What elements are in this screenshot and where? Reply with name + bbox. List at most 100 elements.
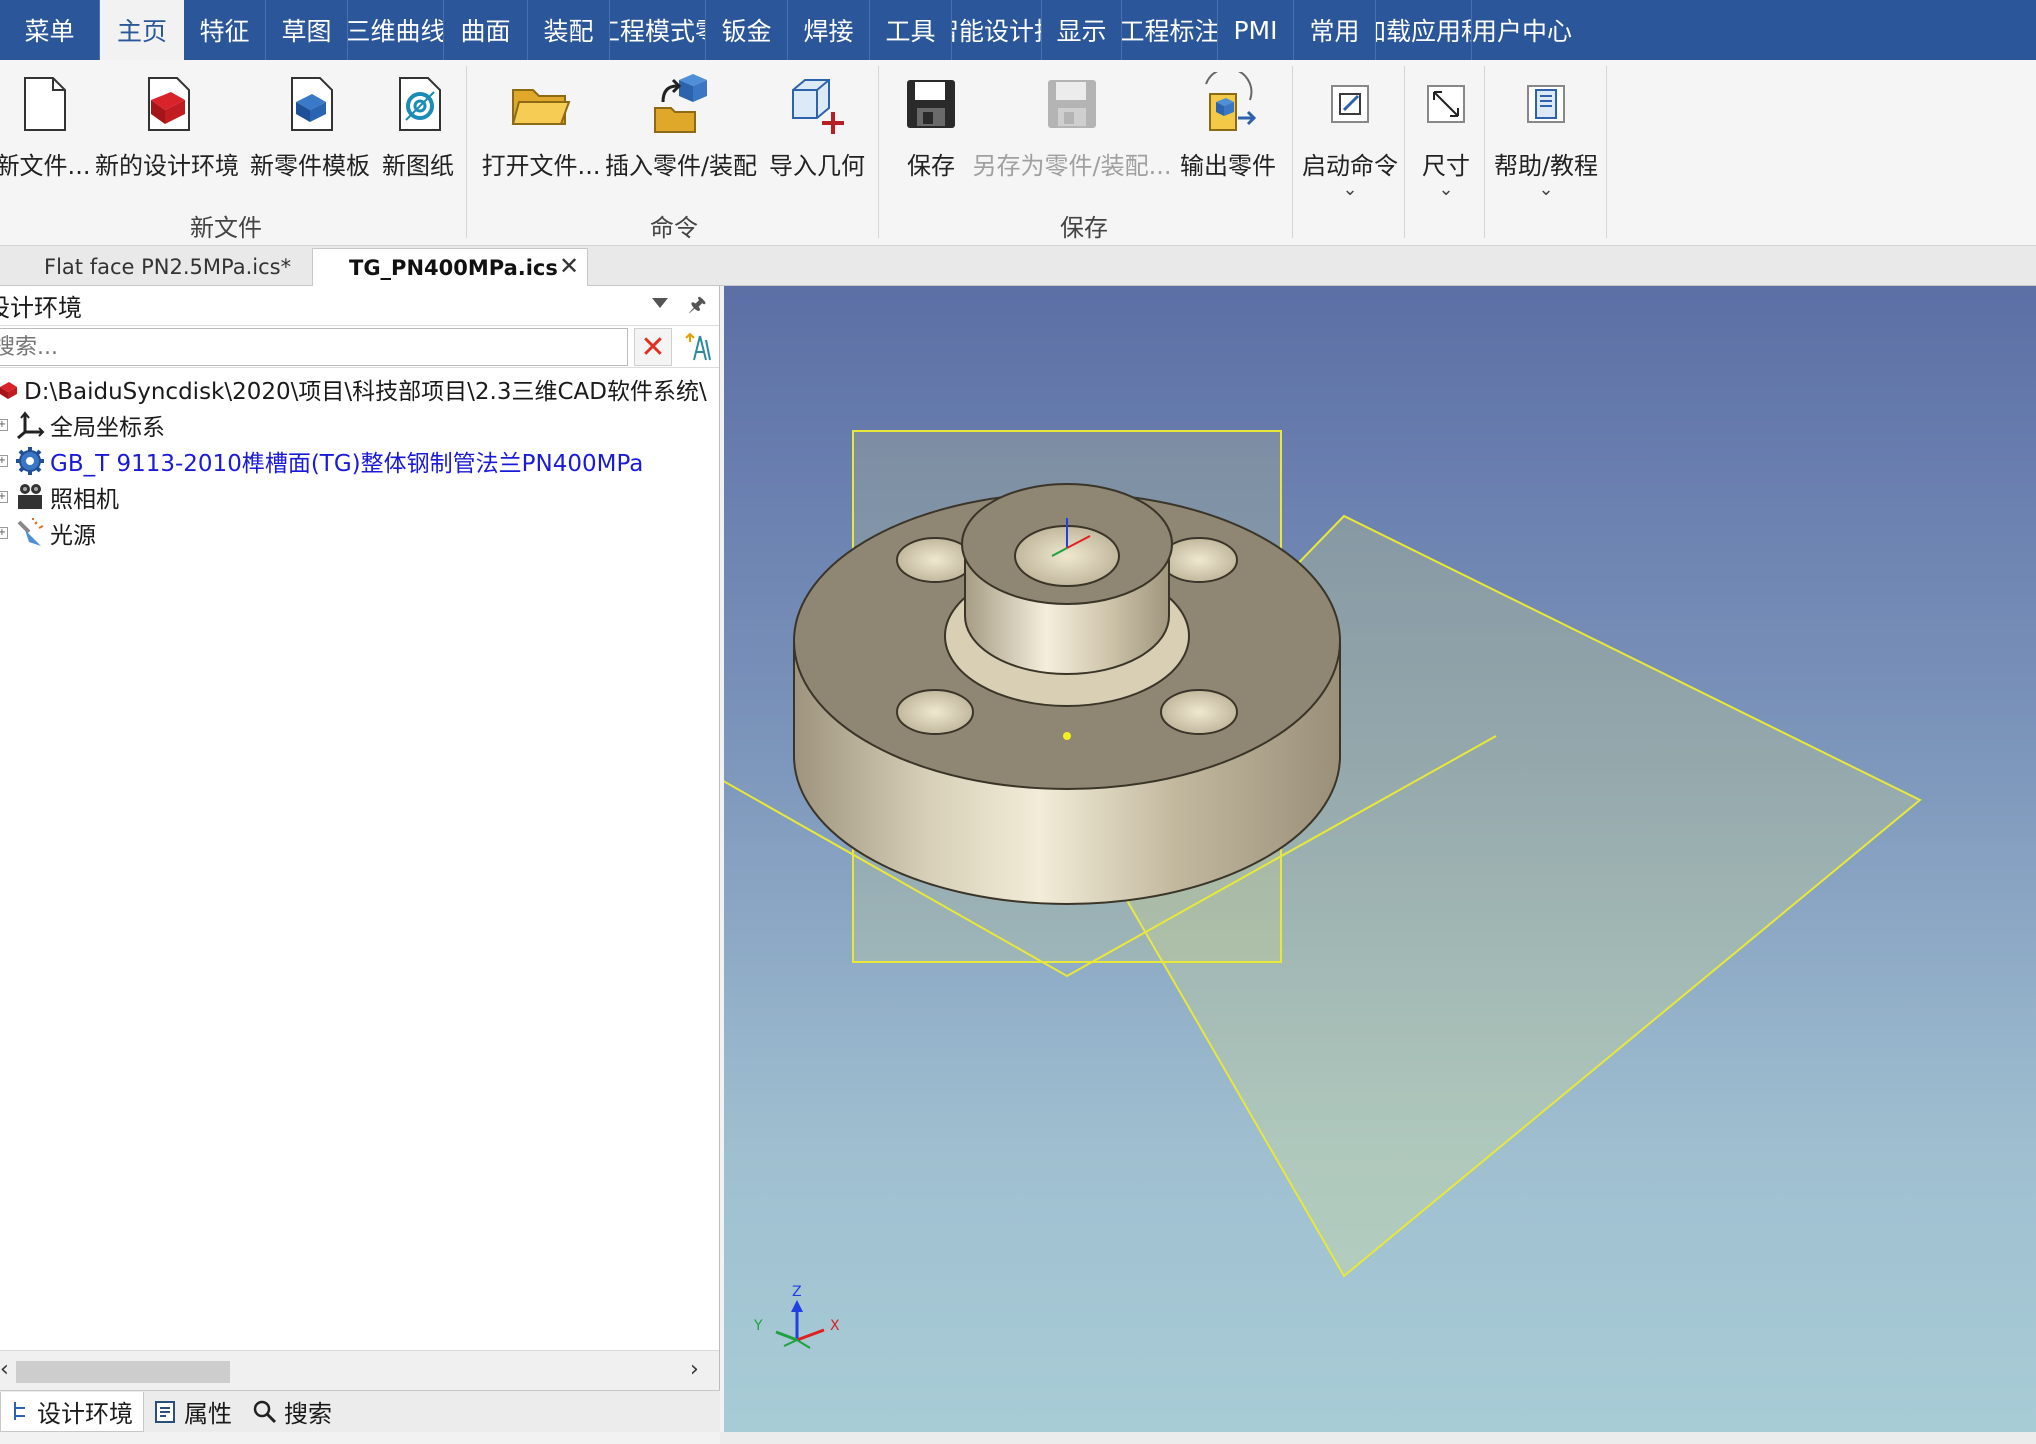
save-as-part-label: 另存为零件/装配... [972,152,1172,180]
3d-viewport[interactable]: Z X Y [724,286,2036,1432]
open-file-button[interactable]: 打开文件... [482,72,600,212]
scroll-right-icon[interactable]: › [690,1357,699,1382]
scroll-left-icon[interactable]: ‹ [0,1357,9,1382]
tree-item-root[interactable]: D:\BaiduSyncdisk\2020\项目\科技部项目\2.3三维CAD软… [0,372,707,406]
new-design-env-label: 新的设计环境 [95,152,239,180]
expand-icon[interactable]: + [0,527,8,539]
horizontal-scrollbar[interactable]: › ‹ [0,1350,719,1390]
tab-search[interactable]: 搜索 [242,1392,342,1432]
dropdown-arrow-icon[interactable] [652,298,668,308]
export-part-icon [1196,72,1260,136]
menu-tab-3d-curve[interactable]: 三维曲线 [348,0,444,60]
menu-bar: 菜单 主页 特征 草图 三维曲线 曲面 装配 工程模式零 钣金 焊接 工具 智能… [0,0,2036,60]
dimension-button[interactable]: 尺寸 ⌄ [1412,72,1480,212]
tab-label: 搜索 [284,1400,332,1428]
menu-tab-assembly[interactable]: 装配 [528,0,610,60]
view-orientation-triad[interactable]: Z X Y [753,1284,840,1349]
gear-part-icon [14,445,46,477]
tree-item-light[interactable]: + 光源 [0,516,96,550]
light-source-icon [14,517,46,549]
save-label: 保存 [907,152,955,180]
bolt-hole[interactable] [1160,689,1238,735]
menu-tab-annotation[interactable]: 工程标注 [1122,0,1218,60]
ribbon: 新文件... 新的设计环境 新零件模板 新图纸 新文件 打开文件... 插入零件… [0,60,2036,246]
tree-item-label: 光源 [50,523,96,549]
group-separator [1292,66,1293,238]
properties-icon [154,1400,178,1424]
tree-item-global-coords[interactable]: + 全局坐标系 [0,408,165,442]
group-separator [1404,66,1405,238]
new-design-env-button[interactable]: 新的设计环境 [94,72,240,212]
document-tab-flat-face[interactable]: Flat face PN2.5MPa.ics* [0,248,310,286]
help-tutorial-button[interactable]: 帮助/教程 ⌄ [1490,72,1602,212]
center-point[interactable] [1063,732,1071,740]
menu-tab-display[interactable]: 显示 [1042,0,1122,60]
new-drawing-button[interactable]: 新图纸 [378,72,458,212]
start-command-label: 启动命令 [1302,152,1398,180]
help-tutorial-label: 帮助/教程 [1493,152,1599,180]
axis-label-x: X [830,1318,840,1334]
bolt-hole[interactable] [896,689,974,735]
new-file-icon [11,72,75,136]
menu-tab-engineering-mode[interactable]: 工程模式零 [610,0,706,60]
camera-icon [14,481,46,513]
axis-label-y: Y [753,1318,763,1334]
insert-part-icon [649,72,713,136]
expand-icon[interactable]: + [0,455,8,467]
search-input[interactable] [0,328,628,366]
search-row: ✕ [0,326,719,368]
menu-tab-sketch[interactable]: 草图 [266,0,348,60]
group-label-save: 保存 [1060,214,1108,242]
tab-label: 设计环境 [37,1399,133,1428]
save-as-icon [1040,72,1104,136]
menu-tab-pmi[interactable]: PMI [1218,0,1294,60]
menu-tab-features[interactable]: 特征 [184,0,266,60]
document-tab-tg[interactable]: TG_PN400MPa.ics ✕ [312,248,588,286]
menu-tab-welding[interactable]: 焊接 [788,0,870,60]
chevron-down-icon: ⌄ [1538,179,1554,200]
clear-search-icon[interactable]: ✕ [634,328,672,366]
export-part-button[interactable]: 输出零件 [1176,72,1280,212]
search-options-icon[interactable] [680,330,714,364]
tab-design-env[interactable]: 设计环境 [0,1391,144,1432]
insert-part-label: 插入零件/装配 [604,152,758,180]
save-icon [899,72,963,136]
menu-tab-smart-design[interactable]: 智能设计批 [952,0,1042,60]
panel-tab-bar: 设计环境 属性 搜索 [0,1390,720,1432]
expand-icon[interactable]: + [0,419,8,431]
insert-part-button[interactable]: 插入零件/装配 [604,72,758,212]
new-part-template-button[interactable]: 新零件模板 [248,72,372,212]
group-separator [1606,66,1607,238]
menu-tab-surface[interactable]: 曲面 [444,0,528,60]
save-button[interactable]: 保存 [896,72,966,212]
expand-icon[interactable]: + [0,491,8,503]
import-geometry-button[interactable]: 导入几何 [764,72,870,212]
menu-tab-tools[interactable]: 工具 [870,0,952,60]
menu-tab-addins[interactable]: 加载应用程 [1376,0,1472,60]
menu-tab-common[interactable]: 常用 [1294,0,1376,60]
group-separator [1484,66,1485,238]
tree-item-part[interactable]: + GB_T 9113-2010榫槽面(TG)整体钢制管法兰PN400MPa [0,444,643,478]
group-label-command: 命令 [650,214,698,242]
close-icon[interactable]: ✕ [559,252,579,280]
document-tab-label: TG_PN400MPa.ics [349,255,558,280]
menu-tab-sheet-metal[interactable]: 钣金 [706,0,788,60]
menu-tab-user-center[interactable]: 用户中心 [1472,0,1572,60]
start-command-icon [1318,72,1382,136]
open-file-label: 打开文件... [481,152,601,180]
start-command-button[interactable]: 启动命令 ⌄ [1298,72,1402,212]
export-part-label: 输出零件 [1180,152,1276,180]
scrollbar-thumb[interactable] [16,1361,230,1383]
3d-scene: Z X Y [724,430,1922,1349]
design-environment-panel: 设计环境 🖈 ✕ D:\BaiduSyncdisk\2020\项目\科技部项目\… [0,286,720,1390]
tab-properties[interactable]: 属性 [144,1392,242,1432]
save-as-part-button[interactable]: 另存为零件/装配... [972,72,1172,212]
tree-item-camera[interactable]: + 照相机 [0,480,119,514]
new-drawing-icon [386,72,450,136]
tab-label: 属性 [184,1400,232,1428]
menu-tab-home[interactable]: 主页 [100,0,184,60]
menu-tab-menu[interactable]: 菜单 [0,0,100,60]
new-file-button[interactable]: 新文件... [0,72,90,212]
tree-item-label: GB_T 9113-2010榫槽面(TG)整体钢制管法兰PN400MPa [50,451,644,477]
pin-icon[interactable]: 🖈 [688,290,707,324]
